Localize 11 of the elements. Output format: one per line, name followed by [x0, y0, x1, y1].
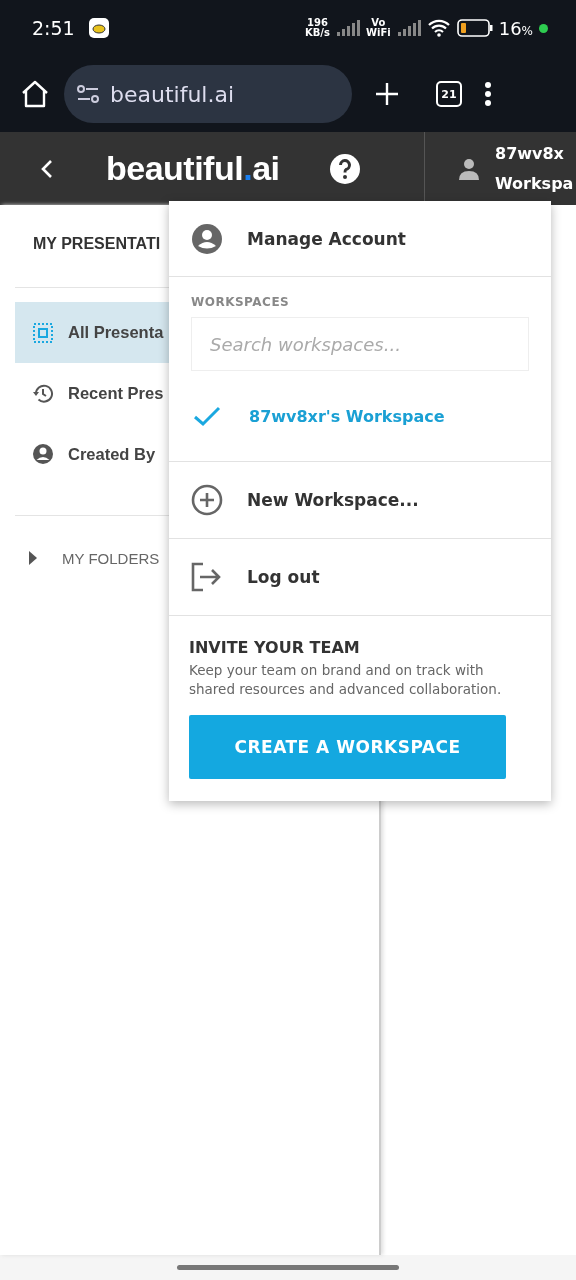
invite-title: INVITE YOUR TEAM	[189, 638, 361, 657]
vowifi-indicator: Vo WiFi	[365, 18, 391, 38]
section-label: WORKSPACES	[191, 295, 291, 309]
user-name: 87wv8x	[495, 142, 565, 165]
battery-percent: 16%	[498, 17, 533, 39]
status-time: 2:51	[32, 17, 75, 39]
workspace-name: Workspa	[495, 172, 574, 195]
section-title: MY PRESENTATI	[33, 235, 161, 254]
invite-description: Keep your team on brand and on track with shared resources and advanced collaboration.	[189, 661, 503, 699]
network-speed: 196 KB/s	[305, 18, 330, 38]
url-text: beautiful.ai	[110, 81, 235, 107]
